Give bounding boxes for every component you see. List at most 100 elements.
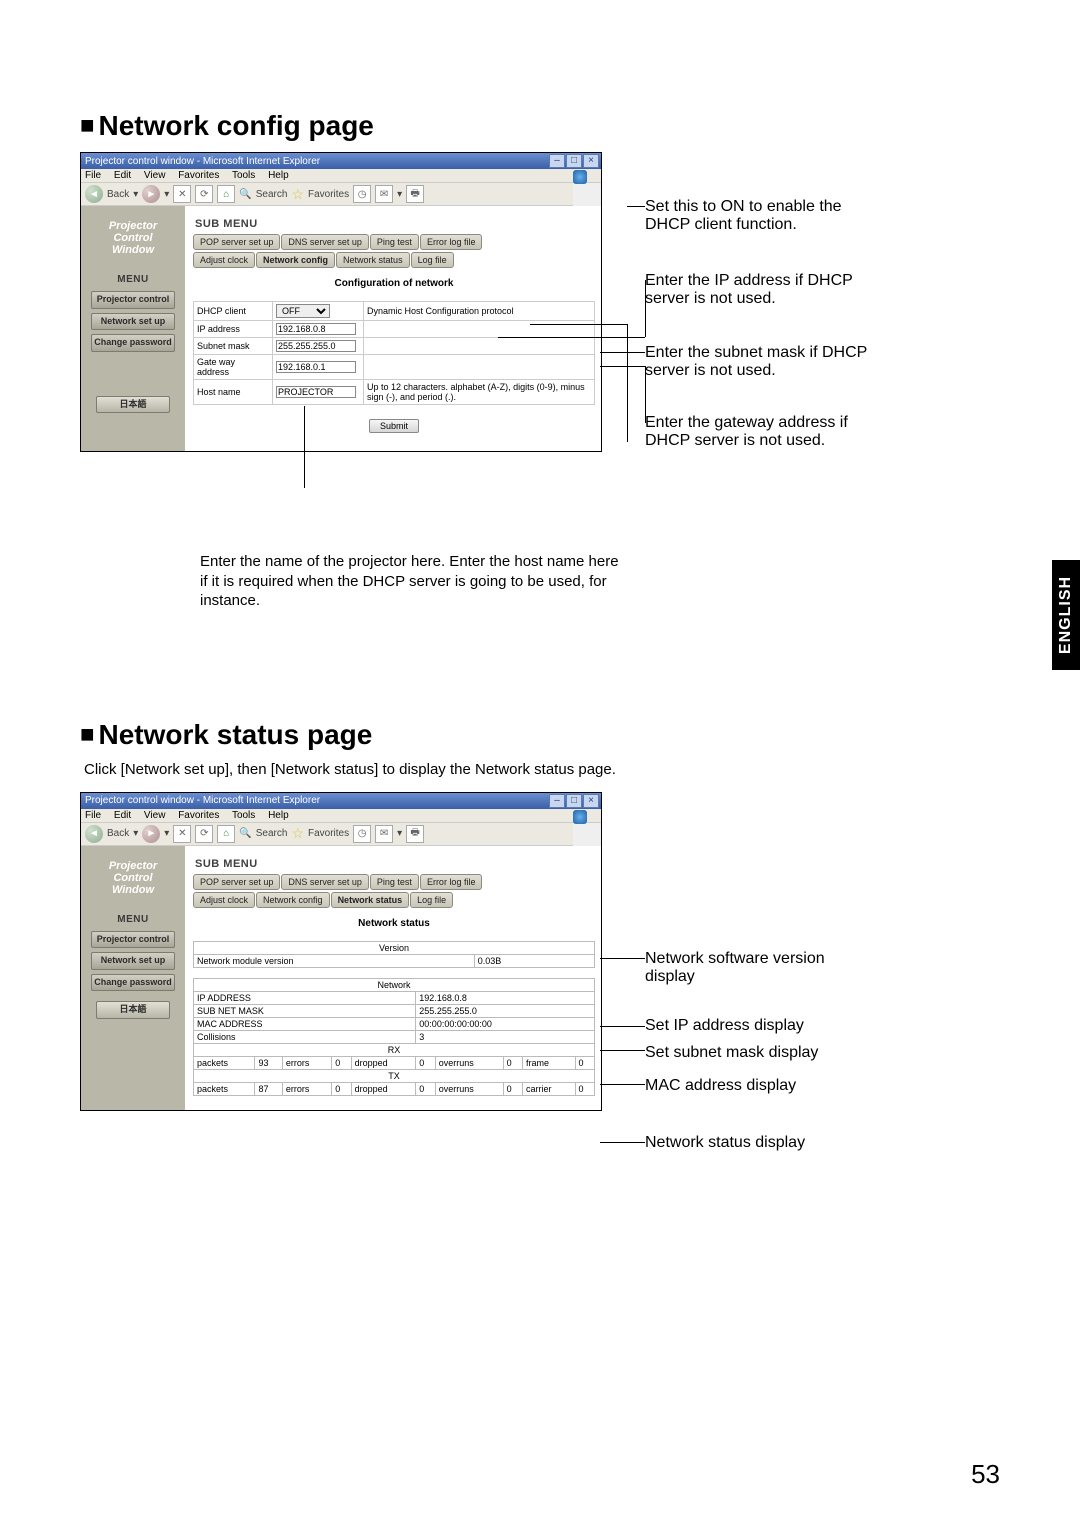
menu-file[interactable]: File — [85, 170, 101, 181]
menu-edit[interactable]: Edit — [114, 810, 131, 821]
minimize-icon[interactable]: – — [549, 154, 565, 168]
home-icon[interactable]: ⌂ — [217, 825, 235, 843]
sidebar-item-language[interactable]: 日本語 — [96, 396, 170, 413]
sidebar-item-network-setup[interactable]: Network set up — [91, 313, 175, 330]
menu-favorites[interactable]: Favorites — [178, 810, 219, 821]
app-logo: Projector Control Window — [85, 860, 181, 896]
submenu-header: SUB MENU — [195, 218, 595, 230]
tab-error-log[interactable]: Error log file — [420, 874, 483, 890]
tab-log-file[interactable]: Log file — [411, 252, 454, 268]
search-label: Search — [256, 828, 288, 839]
tab-error-log[interactable]: Error log file — [420, 234, 483, 250]
tab-pop-server[interactable]: POP server set up — [193, 874, 280, 890]
annotation-gateway: Enter the gateway address if DHCP server… — [645, 414, 885, 450]
menu-tools[interactable]: Tools — [232, 810, 255, 821]
tab-dns-server[interactable]: DNS server set up — [281, 874, 369, 890]
favorites-icon[interactable]: ☆ — [291, 186, 304, 203]
input-hostname[interactable] — [276, 386, 356, 398]
browser-window-config: Projector control window - Microsoft Int… — [80, 152, 602, 452]
menu-view[interactable]: View — [144, 810, 166, 821]
sidebar-item-change-password[interactable]: Change password — [91, 974, 175, 991]
tab-network-status[interactable]: Network status — [336, 252, 410, 268]
back-icon[interactable]: ◄ — [85, 185, 103, 203]
label-ip: IP address — [194, 321, 273, 338]
sidebar-item-projector-control[interactable]: Projector control — [91, 291, 175, 308]
menu-help[interactable]: Help — [268, 170, 289, 181]
window-titlebar: Projector control window - Microsoft Int… — [81, 153, 601, 169]
maximize-icon[interactable]: □ — [566, 794, 582, 808]
select-dhcp[interactable]: OFF — [276, 304, 330, 318]
menu-header: MENU — [85, 914, 181, 925]
menu-favorites[interactable]: Favorites — [178, 170, 219, 181]
input-subnet[interactable] — [276, 340, 356, 352]
search-icon[interactable]: 🔍 — [239, 828, 251, 839]
menu-tools[interactable]: Tools — [232, 170, 255, 181]
ie-logo-icon — [573, 810, 587, 824]
forward-icon[interactable]: ► — [142, 185, 160, 203]
version-header: Version — [194, 941, 595, 954]
history-icon[interactable]: ◷ — [353, 185, 371, 203]
tab-ping-test[interactable]: Ping test — [370, 874, 419, 890]
annotation-mac-display: MAC address display — [645, 1077, 875, 1095]
refresh-icon[interactable]: ⟳ — [195, 825, 213, 843]
tab-log-file[interactable]: Log file — [410, 892, 453, 908]
back-label: Back — [107, 828, 129, 839]
panel-title: Configuration of network — [193, 278, 595, 289]
minimize-icon[interactable]: – — [549, 794, 565, 808]
maximize-icon[interactable]: □ — [566, 154, 582, 168]
app-sidebar: Projector Control Window MENU Projector … — [81, 846, 185, 1110]
sidebar-item-change-password[interactable]: Change password — [91, 334, 175, 351]
config-form-table: DHCP client OFF Dynamic Host Configurati… — [193, 301, 595, 405]
sidebar-item-language[interactable]: 日本語 — [96, 1001, 170, 1018]
browser-menubar: File Edit View Favorites Tools Help — [81, 169, 601, 183]
annotation-subnet-display: Set subnet mask display — [645, 1044, 875, 1062]
ip-value: 192.168.0.8 — [416, 991, 595, 1004]
favorites-label: Favorites — [308, 189, 349, 200]
desc-hostname: Up to 12 characters. alphabet (A-Z), dig… — [364, 380, 595, 405]
input-ip[interactable] — [276, 323, 356, 335]
tab-adjust-clock[interactable]: Adjust clock — [193, 892, 255, 908]
collisions-label: Collisions — [194, 1030, 416, 1043]
back-icon[interactable]: ◄ — [85, 825, 103, 843]
annotation-ip-display: Set IP address display — [645, 1017, 875, 1035]
submenu-header: SUB MENU — [195, 858, 595, 870]
tab-network-config[interactable]: Network config — [256, 892, 330, 908]
tab-dns-server[interactable]: DNS server set up — [281, 234, 369, 250]
window-title: Projector control window - Microsoft Int… — [85, 795, 320, 806]
back-label: Back — [107, 189, 129, 200]
menu-help[interactable]: Help — [268, 810, 289, 821]
menu-file[interactable]: File — [85, 810, 101, 821]
favorites-icon[interactable]: ☆ — [291, 825, 304, 842]
print-icon[interactable]: 🖶 — [406, 185, 424, 203]
close-icon[interactable]: × — [583, 794, 599, 808]
submit-button[interactable]: Submit — [369, 419, 419, 433]
annotation-ip: Enter the IP address if DHCP server is n… — [645, 272, 875, 308]
mac-label: MAC ADDRESS — [194, 1017, 416, 1030]
label-hostname: Host name — [194, 380, 273, 405]
section-title-config: ■Network config page — [80, 110, 1000, 142]
mail-icon[interactable]: ✉ — [375, 825, 393, 843]
close-icon[interactable]: × — [583, 154, 599, 168]
sidebar-item-network-setup[interactable]: Network set up — [91, 952, 175, 969]
sidebar-item-projector-control[interactable]: Projector control — [91, 931, 175, 948]
input-gateway[interactable] — [276, 361, 356, 373]
stop-icon[interactable]: ✕ — [173, 825, 191, 843]
menu-view[interactable]: View — [144, 170, 166, 181]
forward-icon[interactable]: ► — [142, 825, 160, 843]
search-icon[interactable]: 🔍 — [239, 189, 251, 200]
print-icon[interactable]: 🖶 — [406, 825, 424, 843]
browser-toolbar: ◄ Back ▾ ► ▾ ✕ ⟳ ⌂ 🔍 Search ☆ Favorites … — [81, 183, 573, 206]
refresh-icon[interactable]: ⟳ — [195, 185, 213, 203]
tab-pop-server[interactable]: POP server set up — [193, 234, 280, 250]
stop-icon[interactable]: ✕ — [173, 185, 191, 203]
tab-ping-test[interactable]: Ping test — [370, 234, 419, 250]
history-icon[interactable]: ◷ — [353, 825, 371, 843]
status-intro: Click [Network set up], then [Network st… — [84, 761, 1000, 778]
home-icon[interactable]: ⌂ — [217, 185, 235, 203]
tab-adjust-clock[interactable]: Adjust clock — [193, 252, 255, 268]
app-logo: Projector Control Window — [85, 220, 181, 256]
desc-dhcp: Dynamic Host Configuration protocol — [364, 302, 595, 321]
mail-icon[interactable]: ✉ — [375, 185, 393, 203]
tab-network-config: Network config — [256, 252, 335, 268]
menu-edit[interactable]: Edit — [114, 170, 131, 181]
